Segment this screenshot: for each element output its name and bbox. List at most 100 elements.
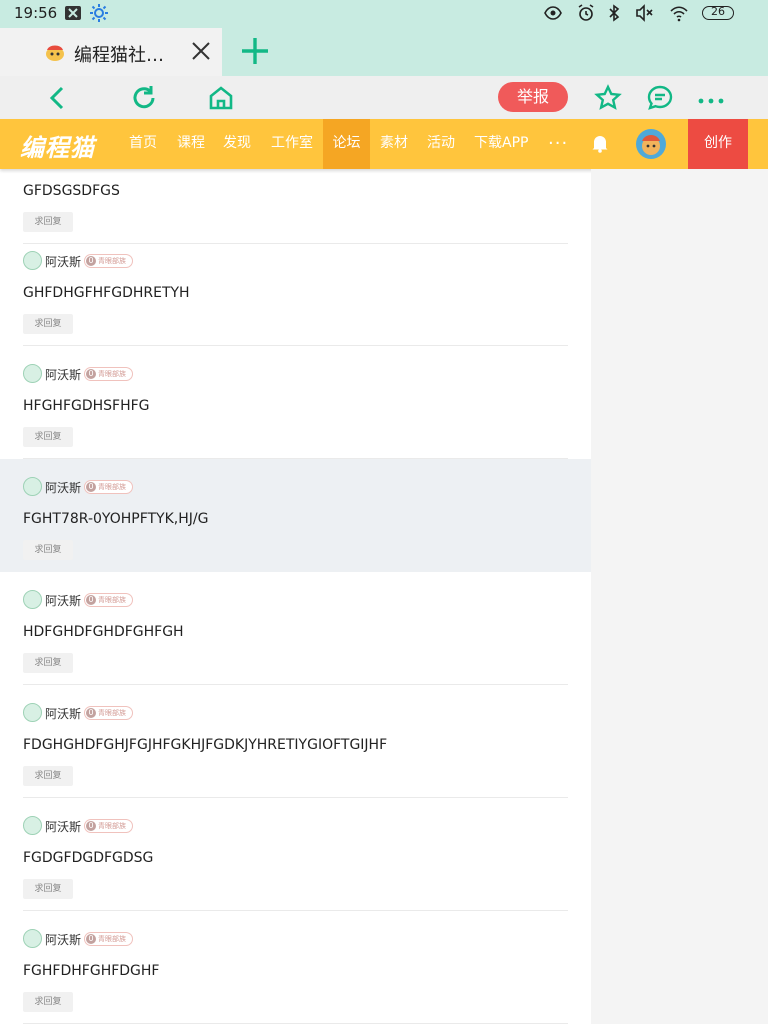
post-tag: 求回复 bbox=[23, 766, 73, 786]
right-sidebar bbox=[591, 169, 768, 1024]
bluetooth-icon bbox=[609, 4, 620, 22]
list-item[interactable]: 阿沃斯 0 青眼部族 FDGHGHDFGHJFGJHFGKHJFGDKJYHRET… bbox=[0, 685, 591, 798]
post-tag: 求回复 bbox=[23, 992, 73, 1012]
post-title[interactable]: HFGHFGDHSFHFG bbox=[23, 398, 150, 414]
site-logo[interactable]: 编程猫 bbox=[20, 128, 95, 163]
back-icon[interactable] bbox=[44, 84, 72, 112]
list-item[interactable]: 阿沃斯 0 青眼部族 HDFGHDFGHDFGHFGH 求回复 bbox=[0, 572, 591, 685]
post-tag: 求回复 bbox=[23, 540, 73, 560]
post-title[interactable]: GFDSGSDFGS bbox=[23, 183, 120, 199]
scissors-icon bbox=[65, 6, 81, 20]
post-title[interactable]: FGDGFDGDFGDSG bbox=[23, 850, 153, 866]
badge-text: 青眼部族 bbox=[98, 709, 126, 717]
codemao-favicon-icon bbox=[46, 45, 64, 61]
author-avatar[interactable] bbox=[23, 590, 42, 609]
post-tag: 求回复 bbox=[23, 427, 73, 447]
author-badge: 0 青眼部族 bbox=[84, 593, 133, 607]
list-item[interactable]: 阿沃斯 0 青眼部族 FGDGFDGDFGDSG 求回复 bbox=[0, 798, 591, 911]
author-level: 0 bbox=[86, 369, 96, 379]
browser-tab[interactable]: 编程猫社… bbox=[0, 28, 222, 76]
list-item[interactable]: 阿沃斯 0 青眼部族 HFGHFGDHSFHFG 求回复 bbox=[0, 346, 591, 459]
menu-item-discover[interactable]: 发现 bbox=[223, 119, 251, 169]
report-button[interactable]: 举报 bbox=[498, 82, 568, 112]
menu-more[interactable]: ··· bbox=[548, 133, 568, 154]
star-icon[interactable] bbox=[594, 84, 622, 112]
author-badge: 0 青眼部族 bbox=[84, 480, 133, 494]
home-icon[interactable] bbox=[207, 84, 235, 112]
create-button[interactable]: 创作 bbox=[688, 119, 748, 169]
author-badge: 0 青眼部族 bbox=[84, 819, 133, 833]
author-name[interactable]: 阿沃斯 bbox=[45, 705, 81, 722]
menu-item-materials[interactable]: 素材 bbox=[380, 119, 408, 169]
new-tab-icon[interactable] bbox=[240, 36, 270, 66]
author-badge: 0 青眼部族 bbox=[84, 932, 133, 946]
menu-item-courses[interactable]: 课程 bbox=[177, 119, 205, 169]
post-tag: 求回复 bbox=[23, 879, 73, 899]
author-level: 0 bbox=[86, 934, 96, 944]
list-item[interactable]: 阿沃斯 0 青眼部族 FGHFDHFGHFDGHF 求回复 bbox=[0, 911, 591, 1024]
close-tab-icon[interactable] bbox=[190, 40, 212, 62]
battery-icon: 26 bbox=[702, 5, 734, 20]
status-bar: 19:56 26 bbox=[0, 0, 768, 26]
author-avatar[interactable] bbox=[23, 477, 42, 496]
author-level: 0 bbox=[86, 821, 96, 831]
status-time: 19:56 bbox=[14, 4, 58, 22]
post-title[interactable]: FGHT78R-0YOHPFTYK,HJ/G bbox=[23, 511, 208, 527]
author-avatar[interactable] bbox=[23, 703, 42, 722]
author-name[interactable]: 阿沃斯 bbox=[45, 592, 81, 609]
menu-item-home[interactable]: 首页 bbox=[129, 119, 157, 169]
menu-item-studio[interactable]: 工作室 bbox=[271, 119, 313, 169]
post-title[interactable]: FGHFDHFGHFDGHF bbox=[23, 963, 159, 979]
author-name[interactable]: 阿沃斯 bbox=[45, 479, 81, 496]
author-name[interactable]: 阿沃斯 bbox=[45, 366, 81, 383]
browser-tab-bar: 编程猫社… bbox=[0, 26, 768, 76]
badge-text: 青眼部族 bbox=[98, 822, 126, 830]
eye-icon bbox=[544, 6, 562, 20]
list-item[interactable]: 阿沃斯 0 青眼部族 GHFDHGFHFGDHRETYH 求回复 bbox=[0, 233, 591, 346]
menu-item-forum[interactable]: 论坛 bbox=[323, 119, 370, 169]
wifi-icon bbox=[670, 6, 688, 22]
menu-item-download-app[interactable]: 下载APP bbox=[474, 119, 528, 169]
author-avatar[interactable] bbox=[23, 929, 42, 948]
badge-text: 青眼部族 bbox=[98, 483, 126, 491]
author-level: 0 bbox=[86, 482, 96, 492]
more-icon[interactable] bbox=[697, 84, 725, 112]
author-level: 0 bbox=[86, 708, 96, 718]
comment-icon[interactable] bbox=[646, 84, 674, 112]
refresh-icon[interactable] bbox=[130, 84, 158, 112]
author-badge: 0 青眼部族 bbox=[84, 367, 133, 381]
menu-item-activities[interactable]: 活动 bbox=[427, 119, 455, 169]
alarm-icon bbox=[578, 4, 594, 21]
author-level: 0 bbox=[86, 256, 96, 266]
post-tag: 求回复 bbox=[23, 212, 73, 232]
badge-text: 青眼部族 bbox=[98, 257, 126, 265]
tab-title: 编程猫社… bbox=[74, 45, 164, 66]
author-avatar[interactable] bbox=[23, 364, 42, 383]
author-name[interactable]: 阿沃斯 bbox=[45, 818, 81, 835]
brightness-icon bbox=[90, 4, 108, 22]
badge-text: 青眼部族 bbox=[98, 935, 126, 943]
user-avatar-icon bbox=[642, 135, 660, 155]
author-badge: 0 青眼部族 bbox=[84, 254, 133, 268]
badge-text: 青眼部族 bbox=[98, 596, 126, 604]
battery-level: 26 bbox=[711, 5, 725, 18]
site-header: 编程猫 首页 课程 发现 工作室 论坛 素材 活动 下载APP ··· 创作 bbox=[0, 119, 768, 169]
author-name[interactable]: 阿沃斯 bbox=[45, 931, 81, 948]
author-avatar[interactable] bbox=[23, 251, 42, 270]
post-title[interactable]: HDFGHDFGHDFGHFGH bbox=[23, 624, 184, 640]
browser-nav-bar: 举报 bbox=[0, 76, 768, 119]
mute-icon bbox=[636, 4, 653, 22]
badge-text: 青眼部族 bbox=[98, 370, 126, 378]
author-name[interactable]: 阿沃斯 bbox=[45, 253, 81, 270]
post-title[interactable]: GHFDHGFHFGDHRETYH bbox=[23, 285, 190, 301]
forum-feed: GFDSGSDFGS 求回复 阿沃斯 0 青眼部族 GHFDHGFHFGDHRET… bbox=[0, 169, 591, 1024]
author-level: 0 bbox=[86, 595, 96, 605]
list-item[interactable]: 阿沃斯 0 青眼部族 FGHT78R-0YOHPFTYK,HJ/G 求回复 bbox=[0, 459, 591, 572]
post-tag: 求回复 bbox=[23, 653, 73, 673]
user-avatar[interactable] bbox=[636, 129, 666, 159]
bell-icon[interactable] bbox=[590, 133, 610, 153]
author-badge: 0 青眼部族 bbox=[84, 706, 133, 720]
post-title[interactable]: FDGHGHDFGHJFGJHFGKHJFGDKJYHRETIYGIOFTGIJ… bbox=[23, 737, 387, 753]
author-avatar[interactable] bbox=[23, 816, 42, 835]
post-tag: 求回复 bbox=[23, 314, 73, 334]
